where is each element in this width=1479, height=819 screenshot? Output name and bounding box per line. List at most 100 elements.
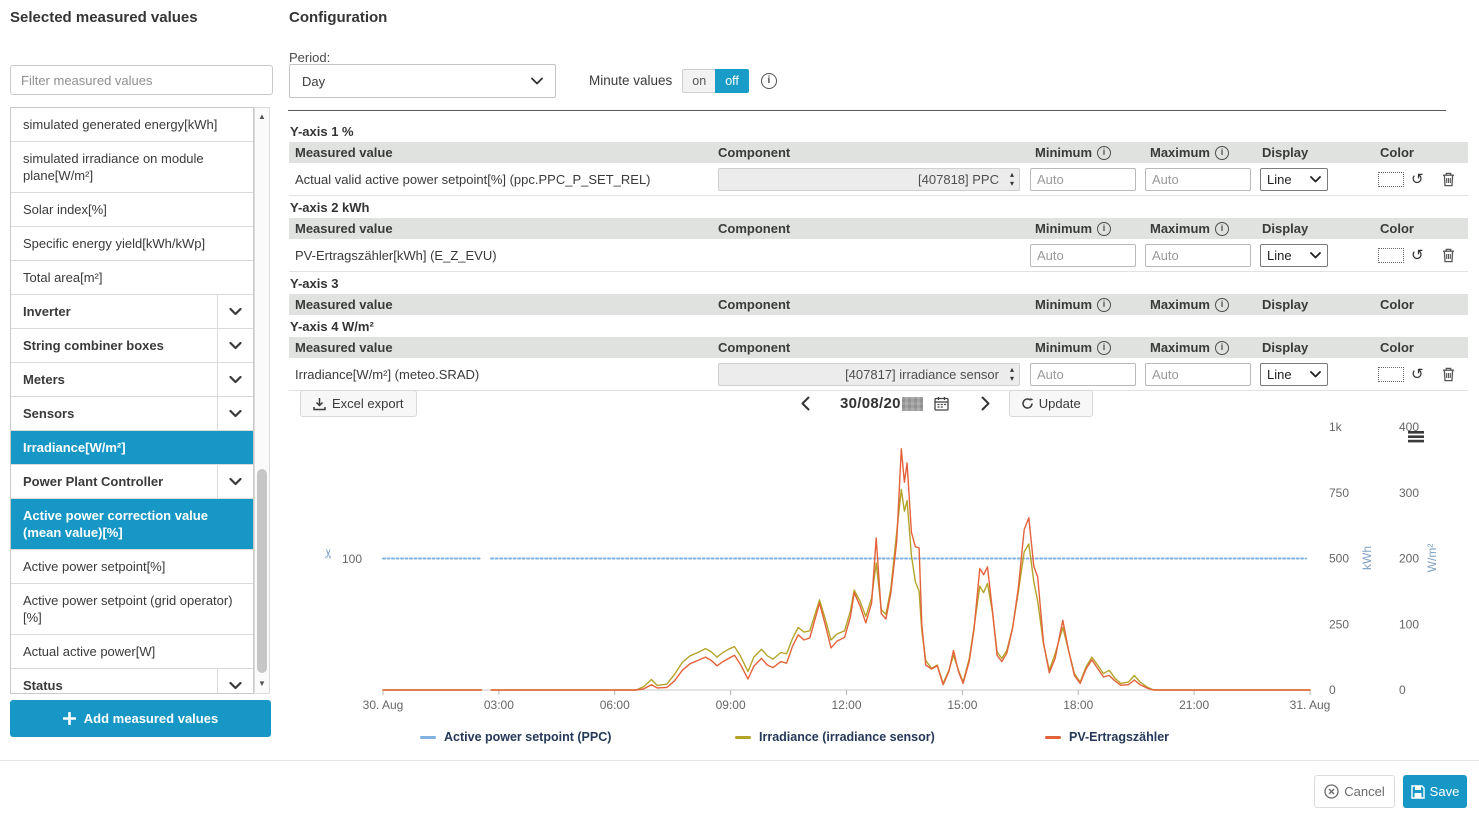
- reset-color-icon[interactable]: ↺: [1411, 367, 1424, 382]
- chart-menu-icon[interactable]: [1408, 440, 1424, 443]
- measured-value-name: Irradiance[W/m²] (meteo.SRAD): [289, 367, 718, 382]
- previous-day-button[interactable]: [794, 393, 816, 415]
- minimum-input[interactable]: [1030, 168, 1136, 191]
- minimum-input[interactable]: [1030, 244, 1136, 267]
- spinner-arrows-icon: ▴▾: [1010, 170, 1014, 188]
- expand-chevron[interactable]: [217, 363, 253, 396]
- info-icon[interactable]: i: [1215, 341, 1229, 355]
- chevron-left-icon: [801, 396, 810, 411]
- legend-color-dash: [1045, 736, 1061, 739]
- category-item[interactable]: Meters: [11, 363, 253, 397]
- list-item-label: Solar index[%]: [11, 193, 253, 226]
- col-maximum: Maximumi: [1145, 337, 1260, 358]
- display-select[interactable]: Line: [1260, 363, 1328, 386]
- col-display: Display: [1260, 218, 1370, 239]
- measured-value-item[interactable]: simulated generated energy[kWh]: [11, 108, 253, 142]
- kwh-tick-label: 500: [1329, 552, 1349, 566]
- col-maximum: Maximumi: [1145, 294, 1260, 315]
- cancel-button[interactable]: Cancel: [1314, 775, 1395, 808]
- chevron-down-icon: [1310, 176, 1321, 183]
- minute-values-off-toggle[interactable]: off: [715, 69, 749, 93]
- date-display[interactable]: 30/08/20: [840, 395, 923, 412]
- measured-value-item[interactable]: Solar index[%]: [11, 193, 253, 227]
- delete-row-icon[interactable]: [1442, 248, 1455, 263]
- x-tick-label: 30. Aug: [363, 698, 404, 712]
- update-button[interactable]: Update: [1009, 390, 1093, 417]
- measured-value-item[interactable]: Specific energy yield[kWh/kWp]: [11, 227, 253, 261]
- display-select[interactable]: Line: [1260, 244, 1328, 267]
- expand-chevron[interactable]: [217, 295, 253, 328]
- col-measured-value: Measured value: [289, 337, 718, 358]
- next-day-button[interactable]: [975, 393, 997, 415]
- maximum-input[interactable]: [1145, 168, 1251, 191]
- col-minimum: Minimumi: [1030, 337, 1145, 358]
- x-tick-label: 15:00: [947, 698, 977, 712]
- refresh-icon: [1021, 397, 1034, 410]
- calendar-icon[interactable]: [934, 396, 949, 411]
- spinner-arrows-icon: ▴▾: [1010, 365, 1014, 383]
- timeseries-chart: 30. Aug03:0006:0009:0012:0015:0018:0021:…: [0, 420, 1479, 720]
- kwh-axis-label: kWh: [1360, 546, 1374, 570]
- expand-chevron[interactable]: [217, 329, 253, 362]
- legend-item[interactable]: PV-Ertragszähler: [1045, 730, 1169, 744]
- maximum-input[interactable]: [1145, 363, 1251, 386]
- minute-values-row: Minute values on off i: [589, 68, 777, 93]
- reset-color-icon[interactable]: ↺: [1411, 248, 1424, 263]
- category-item[interactable]: Inverter: [11, 295, 253, 329]
- save-button[interactable]: Save: [1403, 775, 1467, 808]
- measured-value-item[interactable]: Total area[m²]: [11, 261, 253, 295]
- list-item-label: simulated generated energy[kWh]: [11, 108, 253, 141]
- x-tick-label: 12:00: [831, 698, 861, 712]
- info-icon[interactable]: i: [1097, 298, 1111, 312]
- delete-row-icon[interactable]: [1442, 172, 1455, 187]
- color-swatch[interactable]: [1378, 248, 1404, 263]
- filter-measured-values-input[interactable]: [10, 65, 273, 95]
- minimum-input[interactable]: [1030, 363, 1136, 386]
- legend-item[interactable]: Irradiance (irradiance sensor): [735, 730, 935, 744]
- period-label: Period:: [289, 50, 330, 65]
- redacted-year: [902, 397, 923, 411]
- info-icon[interactable]: i: [1097, 222, 1111, 236]
- legend-item[interactable]: Active power setpoint (PPC): [420, 730, 611, 744]
- minute-values-on-toggle[interactable]: on: [682, 69, 715, 93]
- col-color: Color: [1370, 337, 1468, 358]
- category-item[interactable]: String combiner boxes: [11, 329, 253, 363]
- chevron-right-icon: [981, 396, 990, 411]
- display-select[interactable]: Line: [1260, 168, 1328, 191]
- list-item-label: String combiner boxes: [11, 329, 217, 362]
- wm2-tick-label: 0: [1399, 683, 1406, 697]
- info-icon[interactable]: i: [761, 73, 777, 89]
- col-component: Component: [718, 218, 1030, 239]
- period-select[interactable]: Day: [289, 64, 556, 98]
- col-display: Display: [1260, 337, 1370, 358]
- color-swatch[interactable]: [1378, 367, 1404, 382]
- reset-color-icon[interactable]: ↺: [1411, 172, 1424, 187]
- maximum-input[interactable]: [1145, 244, 1251, 267]
- legend-label: Irradiance (irradiance sensor): [759, 730, 935, 744]
- legend-label: Active power setpoint (PPC): [444, 730, 611, 744]
- measured-value-row: Irradiance[W/m²] (meteo.SRAD)[407817] ir…: [289, 358, 1468, 391]
- excel-export-button[interactable]: Excel export: [300, 390, 417, 417]
- wm2-tick-label: 300: [1399, 486, 1419, 500]
- info-icon[interactable]: i: [1097, 341, 1111, 355]
- col-measured-value: Measured value: [289, 218, 718, 239]
- scissors-axis-break-icon: ✂: [321, 548, 336, 559]
- color-swatch[interactable]: [1378, 172, 1404, 187]
- chart-menu-icon[interactable]: [1408, 431, 1424, 434]
- component-select[interactable]: [407817] irradiance sensor▴▾: [718, 363, 1020, 386]
- delete-row-icon[interactable]: [1442, 367, 1455, 382]
- info-icon[interactable]: i: [1215, 298, 1229, 312]
- info-icon[interactable]: i: [1215, 146, 1229, 160]
- component-select[interactable]: [407818] PPC▴▾: [718, 168, 1020, 191]
- chart-menu-icon[interactable]: [1408, 435, 1424, 438]
- list-item-label: simulated irradiance on module plane[W/m…: [11, 142, 253, 192]
- x-tick-label: 21:00: [1179, 698, 1209, 712]
- measured-value-item[interactable]: simulated irradiance on module plane[W/m…: [11, 142, 253, 193]
- x-tick-label: 31. Aug: [1290, 698, 1331, 712]
- info-icon[interactable]: i: [1215, 222, 1229, 236]
- page-title: Configuration: [289, 9, 387, 26]
- scroll-up-icon[interactable]: ▲: [255, 110, 269, 124]
- info-icon[interactable]: i: [1097, 146, 1111, 160]
- chevron-down-icon: [229, 372, 242, 387]
- cancel-icon: [1324, 784, 1339, 799]
